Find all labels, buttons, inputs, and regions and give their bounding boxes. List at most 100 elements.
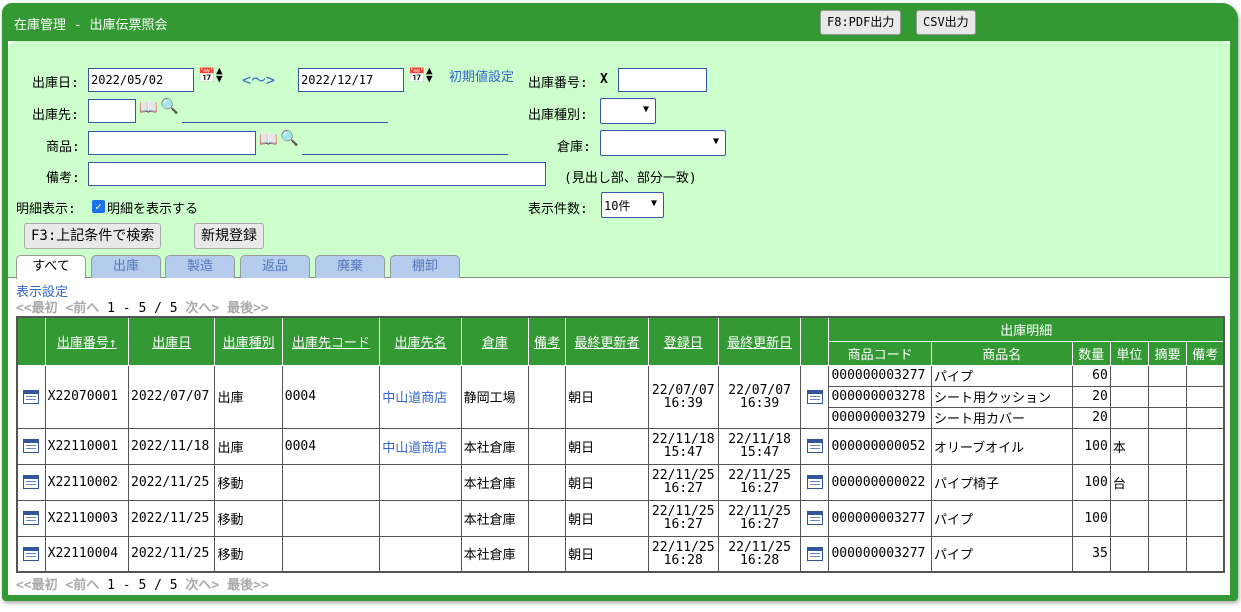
date-spinner-icon[interactable]: ▲ ▼ [216,65,223,84]
csv-export-button[interactable]: CSV出力 [916,10,976,35]
reg-date-cell: 22/11/25 16:27 [647,499,719,537]
slip-detail-icon[interactable] [16,364,46,429]
date-spinner-icon[interactable]: ▲ ▼ [426,65,433,84]
qty-cell: 20 [1071,406,1111,429]
document-icon[interactable] [23,546,40,561]
unit-cell [1109,499,1150,537]
search-icon[interactable]: 🔍 [160,97,179,115]
col-header[interactable]: 出庫種別 [214,316,283,366]
document-icon[interactable] [23,475,40,489]
warehouse-select[interactable]: ▼ [600,130,726,156]
reg-date-cell: 22/11/25 16:28 [647,535,719,573]
init-settings-link[interactable]: 初期値設定 [449,66,514,85]
calendar-icon[interactable]: 📅 [198,68,215,84]
document-icon[interactable] [23,439,40,453]
tab-inventory[interactable]: 棚卸 [390,255,460,278]
type-cell: 移動 [214,463,283,501]
search-button[interactable]: F3:上記条件で検索 [24,223,162,249]
product-name-field [302,154,508,155]
date-cell: 2022/11/18 [128,427,216,465]
slip-detail-icon[interactable] [16,499,46,537]
col-header[interactable]: 出庫先コード [281,316,381,366]
dest-code-input[interactable] [88,99,136,123]
document-icon[interactable] [806,439,823,453]
dest-name-cell[interactable]: 中山道商店 [379,427,462,465]
detail-icon[interactable] [800,535,830,573]
col-header[interactable]: 登録日 [647,316,719,366]
dest-name-cell[interactable]: 中山道商店 [379,364,462,429]
document-icon[interactable] [806,511,823,525]
dest-name-cell[interactable] [379,499,462,537]
count-select[interactable]: 10件 ▼ [601,192,664,218]
qty-cell: 100 [1071,499,1111,537]
upd-date-cell: 22/11/25 16:27 [717,499,802,537]
warehouse-cell: 本社倉庫 [460,463,529,501]
slip-no-cell: X22110001 [44,427,130,465]
table-row: X22110004 2022/11/25 移動 本社倉庫 朝日 22/11/25 16:28… [16,535,1225,573]
document-icon[interactable] [23,389,40,404]
detail-icon[interactable] [800,427,830,465]
detail-checkbox[interactable]: ✓ [92,200,105,213]
book-icon[interactable]: 📖 [259,130,278,148]
slip-detail-icon[interactable] [16,535,46,573]
detail-note-cell [1186,385,1225,408]
date-from-input[interactable] [88,68,194,92]
tab-all[interactable]: すべて [16,255,86,279]
product-code-input[interactable] [88,131,256,155]
dest-label: 出庫先: [32,108,79,123]
slip-no-input[interactable] [618,68,707,92]
table-row: X22110003 2022/11/25 移動 本社倉庫 朝日 22/11/25 16:27… [16,499,1225,537]
dest-code-cell [281,463,381,501]
product-name-cell: パイプ [930,535,1073,573]
note-input[interactable] [88,162,546,186]
product-code-cell: 000000003277 [828,499,932,537]
warehouse-cell: 本社倉庫 [460,535,529,573]
product-name-cell: シート用カバー [930,406,1073,429]
range-separator: <～> [242,71,276,89]
col-header[interactable]: 出庫先名 [379,316,462,366]
tab-shipment[interactable]: 出庫 [91,255,161,278]
document-icon[interactable] [23,511,40,525]
dest-name-cell[interactable] [379,535,462,573]
pdf-export-button[interactable]: F8:PDF出力 [820,10,902,35]
tab-manufacture[interactable]: 製造 [165,255,235,278]
col-header[interactable]: 最終更新日 [717,316,802,366]
reg-date-cell: 22/07/07 16:39 [647,364,719,429]
product-code-cell: 000000003277 [828,364,932,387]
col-header[interactable]: 倉庫 [460,316,529,366]
tab-return[interactable]: 返品 [240,255,310,278]
type-select[interactable]: ▼ [600,98,656,124]
document-icon[interactable] [806,475,823,489]
detail-icon[interactable] [800,463,830,501]
product-code-cell: 000000000052 [828,427,932,465]
document-icon[interactable] [806,546,823,561]
col-header[interactable]: 最終更新者 [565,316,649,366]
chevron-down-icon: ▼ [712,136,719,147]
date-to-input[interactable] [298,68,404,92]
col-header[interactable]: 出庫番号↑ [44,316,130,366]
tab-disposal[interactable]: 廃棄 [315,255,385,278]
detail-icon[interactable] [800,499,830,537]
warehouse-cell: 本社倉庫 [460,427,529,465]
qty-cell: 100 [1071,427,1111,465]
slip-detail-icon[interactable] [16,463,46,501]
search-icon[interactable]: 🔍 [280,129,299,147]
summary-cell [1147,406,1188,429]
book-icon[interactable]: 📖 [139,98,158,116]
document-icon[interactable] [806,389,823,404]
detail-group-header: 出庫明細 [828,316,1225,342]
new-entry-button[interactable]: 新規登録 [194,223,264,249]
slip-detail-icon[interactable] [16,427,46,465]
detail-note-cell [1186,364,1225,387]
product-name-cell: シート用クッション [930,385,1073,408]
calendar-icon[interactable]: 📅 [408,68,425,84]
summary-cell [1147,535,1188,573]
dest-name-cell[interactable] [379,463,462,501]
detail-icon[interactable] [800,364,830,429]
pager-prev: <前へ [65,578,100,593]
col-header[interactable]: 出庫日 [128,316,216,366]
detail-checkbox-label[interactable]: 明細を表示する [107,198,198,217]
col-header[interactable]: 備考 [527,316,567,366]
unit-cell [1109,364,1150,387]
product-name-cell: オリーブオイル [930,427,1073,465]
